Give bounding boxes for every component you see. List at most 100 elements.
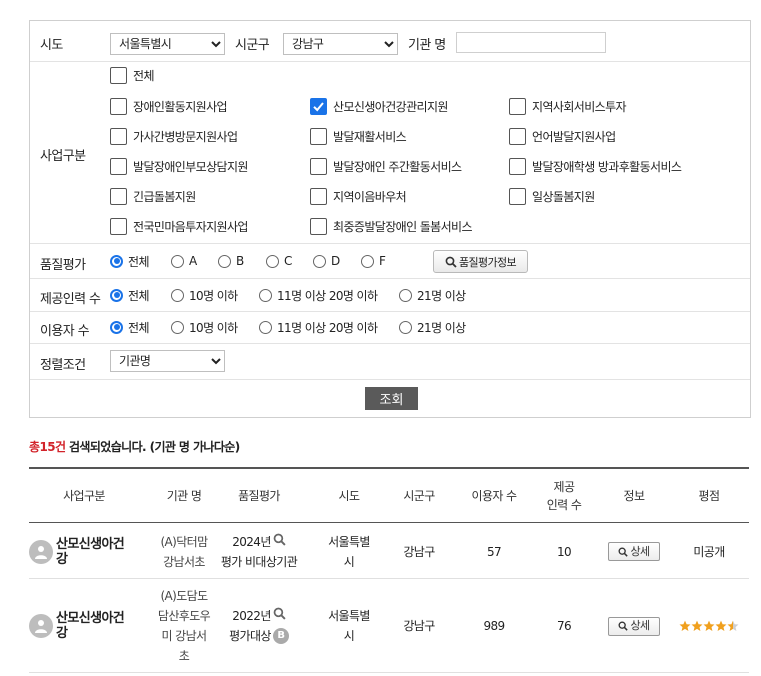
user-count: 57	[486, 544, 502, 559]
quality-radio-item[interactable]: F	[361, 252, 386, 270]
checkbox-box[interactable]	[110, 127, 127, 145]
magnifier-icon[interactable]	[271, 606, 286, 626]
quality-radio-item[interactable]: C	[266, 252, 292, 270]
radio-circle[interactable]	[361, 254, 374, 268]
radio-circle[interactable]	[399, 320, 412, 334]
staff-radio-item[interactable]: 21명 이상	[399, 286, 466, 304]
checkbox-label: 발달장애학생 방과후활동서비스	[532, 159, 682, 174]
detail-button[interactable]: 상세	[608, 542, 660, 561]
business-checkbox-item[interactable]: 발달재활서비스	[310, 126, 407, 146]
business-checkbox-item[interactable]: 지역사회서비스투자	[509, 96, 627, 116]
radio-circle[interactable]	[171, 254, 184, 268]
business-checkbox-item[interactable]: 전국민마음투자지원사업	[110, 216, 248, 236]
checkbox-label: 발달재활서비스	[333, 129, 407, 144]
business-checkbox-item[interactable]: 발달장애학생 방과후활동서비스	[509, 156, 682, 176]
staff-radio-item[interactable]: 11명 이상 20명 이하	[259, 286, 378, 304]
radio-circle[interactable]	[110, 254, 123, 268]
business-checkbox-item[interactable]: 언어발달지원사업	[509, 126, 616, 146]
users-radio-item[interactable]: 11명 이상 20명 이하	[259, 318, 378, 336]
quality-info-button[interactable]: 품질평가정보	[433, 250, 528, 273]
radio-circle[interactable]	[266, 254, 279, 268]
checkbox-box[interactable]	[110, 217, 127, 235]
sido-label: 시도	[40, 38, 63, 53]
checkbox-label: 긴급돌봄지원	[133, 189, 196, 204]
checkbox-box[interactable]	[310, 127, 327, 145]
quality-radio-item[interactable]: B	[218, 252, 244, 270]
radio-circle[interactable]	[110, 288, 123, 302]
quality-status-line: 평가 비대상기관	[221, 552, 298, 572]
business-cell: 산모신생아건강	[29, 524, 139, 579]
radio-label: 전체	[128, 254, 149, 269]
column-header: 평점	[698, 489, 720, 503]
radio-circle[interactable]	[259, 288, 272, 302]
radio-circle[interactable]	[110, 320, 123, 334]
business-checkbox-item[interactable]: 발달장애인 주간활동서비스	[310, 156, 462, 176]
result-summary: 총15건 검색되었습니다. (기관 명 가나다순)	[29, 438, 240, 455]
business-checkbox-item[interactable]: 전체	[110, 65, 154, 85]
checkbox-box[interactable]	[110, 97, 127, 115]
business-name: 산모신생아건강	[56, 611, 125, 641]
quality-cell: 2022년 평가대상 B	[209, 579, 309, 673]
sort-select[interactable]: 기관명	[110, 350, 225, 372]
quality-radio-item[interactable]: A	[171, 252, 197, 270]
checkbox-box[interactable]	[509, 97, 526, 115]
checkbox-label: 일상돌봄지원	[532, 189, 595, 204]
row-divider	[30, 61, 750, 62]
checkbox-box[interactable]	[310, 187, 327, 205]
checkbox-box[interactable]	[509, 127, 526, 145]
business-checkbox-item[interactable]: 발달장애인부모상담지원	[110, 156, 248, 176]
staff-radio-item[interactable]: 전체	[110, 286, 149, 304]
result-count: 총15건	[29, 440, 66, 454]
checkbox-box[interactable]	[310, 217, 327, 235]
row-divider	[30, 379, 750, 380]
radio-circle[interactable]	[171, 320, 184, 334]
column-header: 시도	[338, 489, 360, 503]
checkbox-box[interactable]	[310, 157, 327, 175]
checkbox-label: 발달장애인부모상담지원	[133, 159, 248, 174]
checkbox-label: 전국민마음투자지원사업	[133, 219, 248, 234]
quality-radio-item[interactable]: D	[313, 252, 340, 270]
magnifier-icon[interactable]	[271, 532, 286, 552]
business-checkbox-item[interactable]: 긴급돌봄지원	[110, 186, 196, 206]
users-radio-item[interactable]: 21명 이상	[399, 318, 466, 336]
checkbox-box[interactable]	[110, 66, 127, 84]
detail-button-label: 상세	[630, 619, 650, 632]
radio-circle[interactable]	[399, 288, 412, 302]
quality-radio-item[interactable]: 전체	[110, 252, 149, 270]
info-cell: 상세	[599, 524, 669, 579]
radio-label: 11명 이상 20명 이하	[277, 320, 378, 335]
business-checkbox-item[interactable]: 일상돌봄지원	[509, 186, 595, 206]
search-filter-panel: 시도 서울특별시 시군구 강남구 기관 명 사업구분 전체 장애인활동지원사업 산모…	[29, 20, 751, 418]
radio-circle[interactable]	[171, 288, 184, 302]
sigungu-select[interactable]: 강남구	[283, 33, 398, 55]
star-icon	[679, 620, 691, 631]
radio-circle[interactable]	[259, 320, 272, 334]
radio-label: 11명 이상 20명 이하	[277, 288, 378, 303]
business-checkbox-item[interactable]: 장애인활동지원사업	[110, 96, 228, 116]
radio-circle[interactable]	[313, 254, 326, 268]
radio-circle[interactable]	[218, 254, 231, 268]
users-radio-item[interactable]: 10명 이하	[171, 318, 238, 336]
detail-button-label: 상세	[630, 544, 650, 558]
radio-label: A	[189, 254, 197, 268]
users-radio-item[interactable]: 전체	[110, 318, 149, 336]
search-button[interactable]: 조회	[365, 387, 418, 410]
business-checkbox-item[interactable]: 산모신생아건강관리지원	[310, 96, 448, 116]
detail-button[interactable]: 상세	[608, 616, 660, 636]
quality-cell: 2024년 평가 비대상기관	[209, 524, 309, 579]
checkbox-box[interactable]	[509, 187, 526, 205]
business-checkbox-item[interactable]: 최중증발달장애인 돌봄서비스	[310, 216, 473, 236]
checkbox-box[interactable]	[110, 187, 127, 205]
checkbox-box[interactable]	[509, 157, 526, 175]
checkbox-box[interactable]	[110, 157, 127, 175]
agency-input[interactable]	[456, 32, 606, 53]
sido-select[interactable]: 서울특별시	[110, 33, 225, 55]
business-checkbox-item[interactable]: 지역이음바우처	[310, 186, 407, 206]
row-divider	[30, 243, 750, 244]
magnifier-icon	[618, 621, 629, 631]
checkbox-label: 지역사회서비스투자	[532, 99, 627, 114]
staff-radio-item[interactable]: 10명 이하	[171, 286, 238, 304]
checkbox-box[interactable]	[310, 97, 327, 115]
business-checkbox-item[interactable]: 가사간병방문지원사업	[110, 126, 238, 146]
person-avatar-icon	[29, 614, 53, 638]
